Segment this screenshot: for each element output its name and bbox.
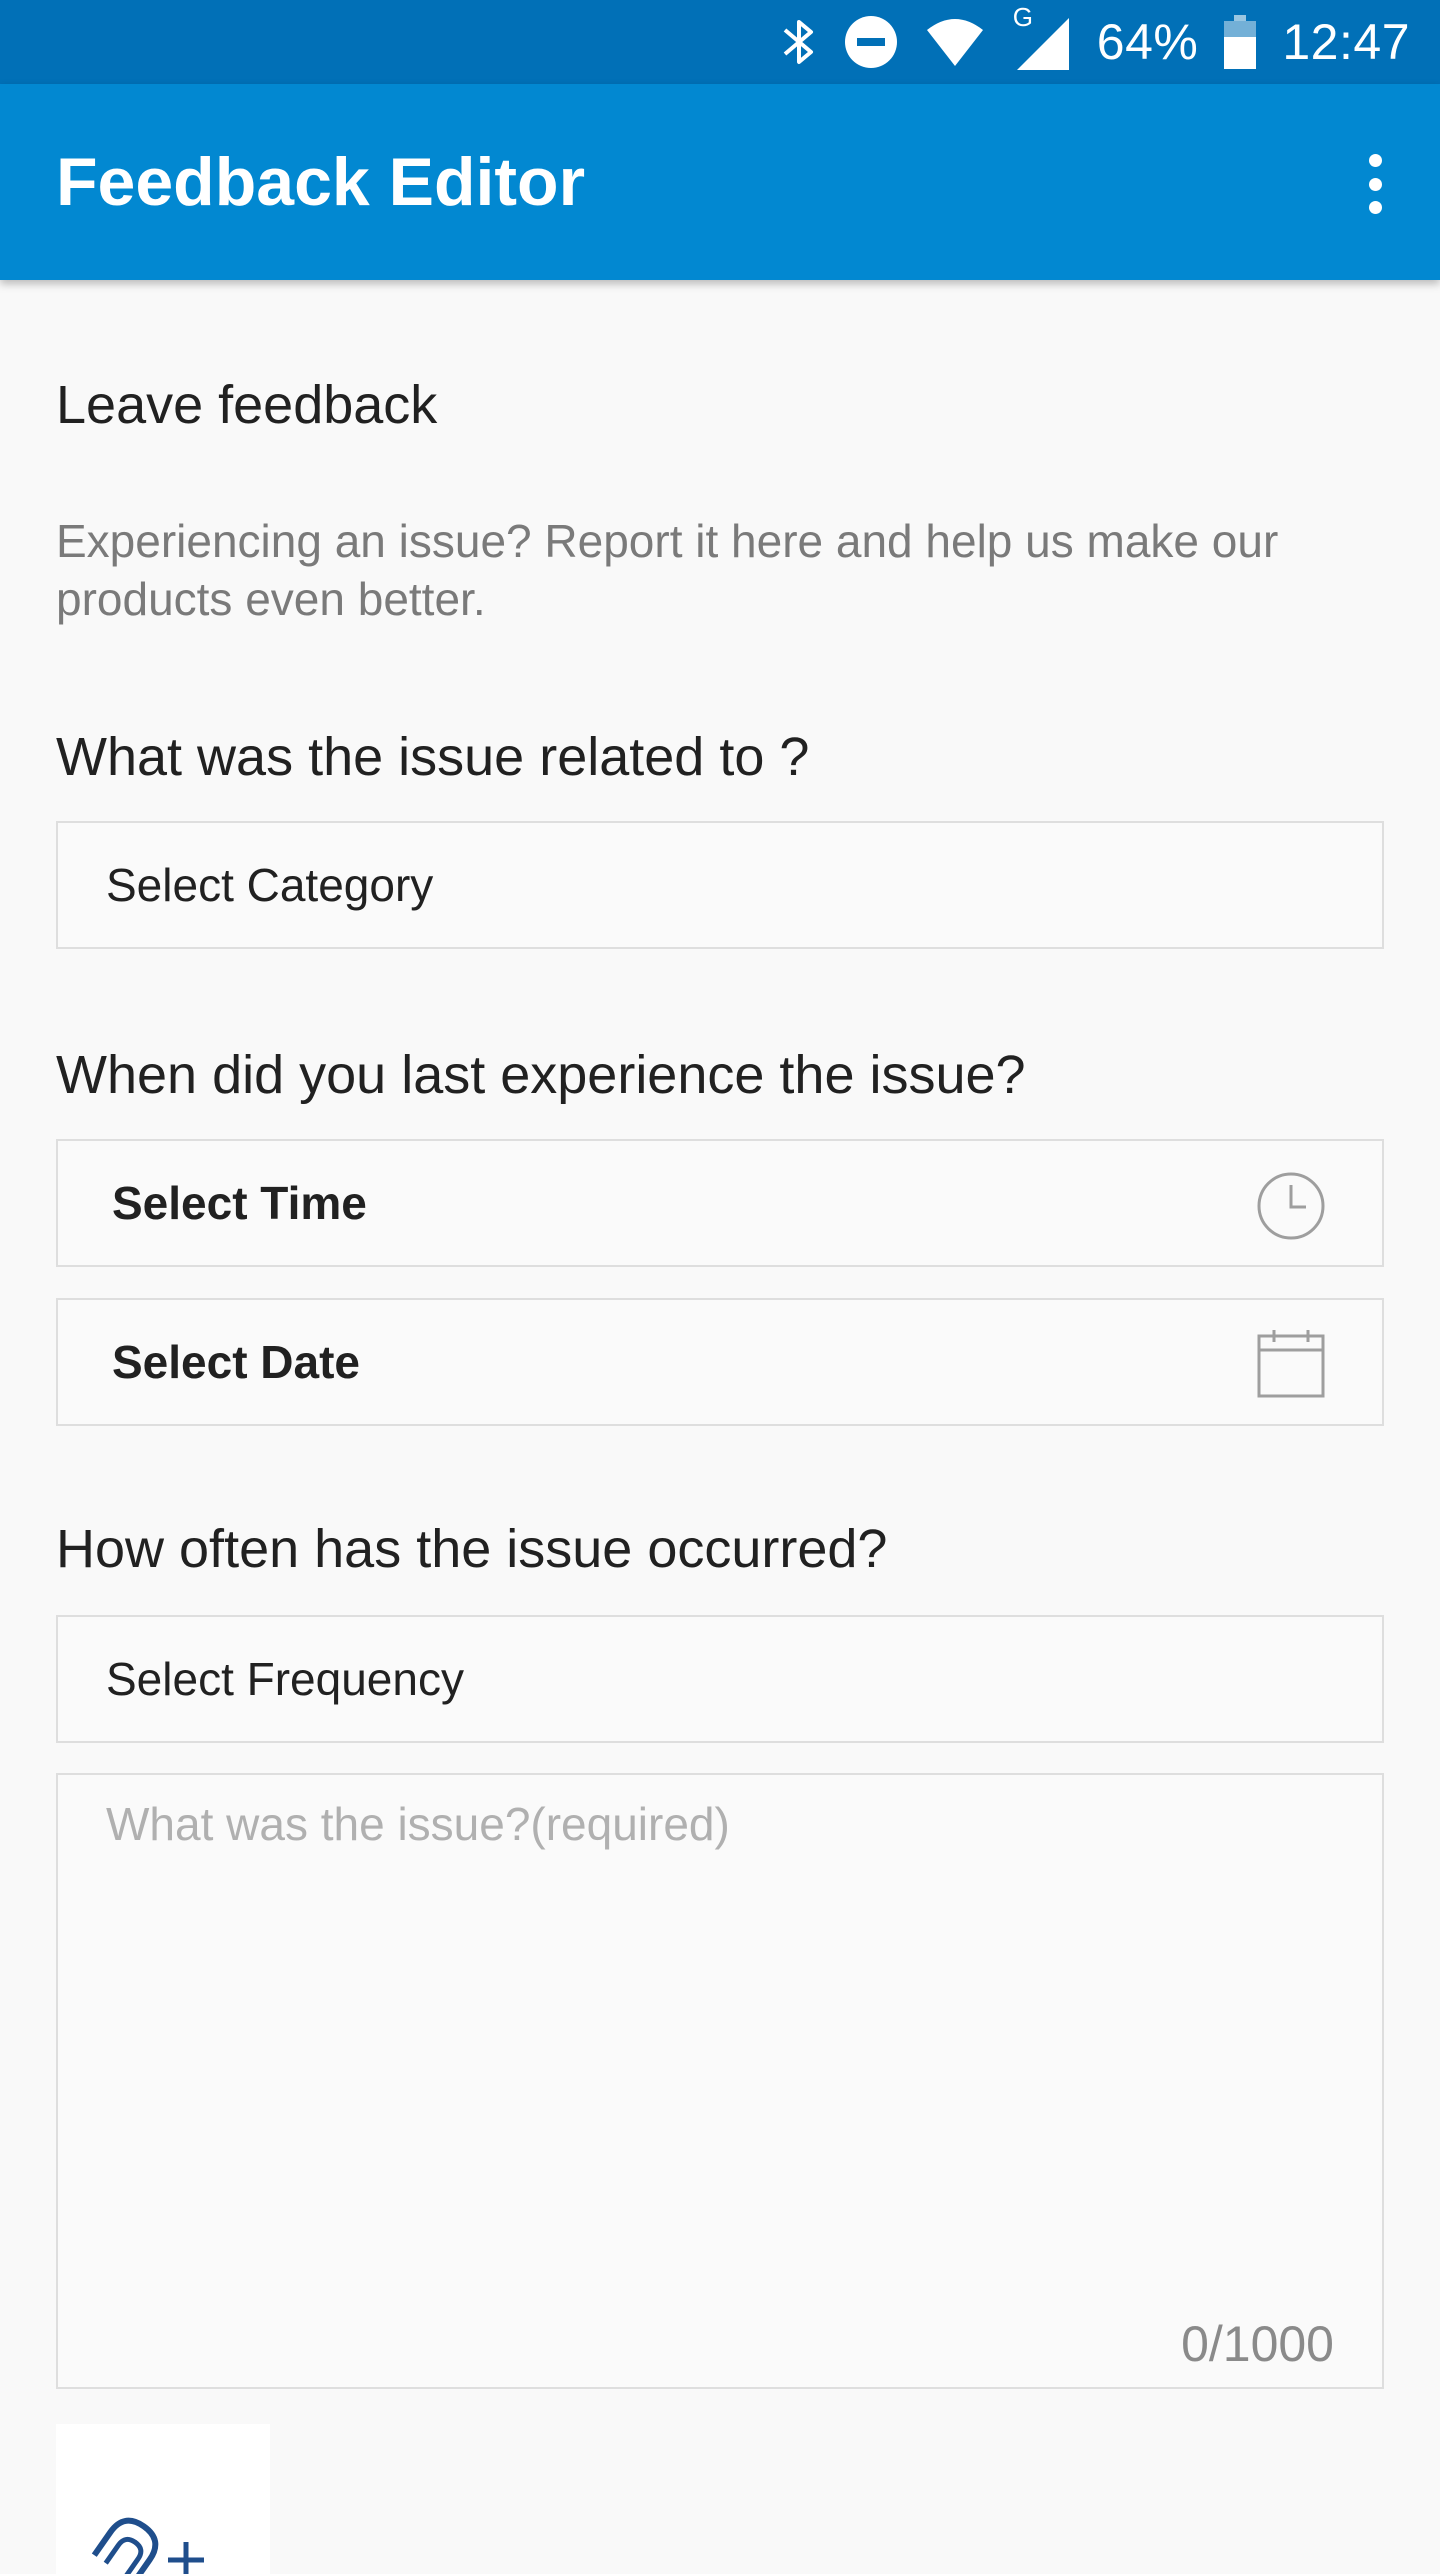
time-select[interactable]: Select Time (56, 1139, 1384, 1267)
form-heading: Leave feedback (56, 375, 438, 435)
status-bar: G 64% 12:47 (0, 0, 1440, 84)
frequency-select[interactable]: Select Frequency (56, 1615, 1384, 1743)
status-time: 12:47 (1282, 14, 1410, 70)
time-select-label: Select Time (112, 1177, 367, 1229)
form-intro: Experiencing an issue? Report it here an… (56, 515, 1279, 625)
category-select[interactable]: Select Category (56, 821, 1384, 949)
question-frequency: How often has the issue occurred? (56, 1519, 888, 1579)
more-vertical-icon[interactable] (1350, 144, 1400, 224)
battery-percent: 64% (1096, 14, 1199, 70)
do-not-disturb-icon (843, 14, 899, 70)
attach-file-button[interactable] (56, 2424, 270, 2574)
cell-signal-icon: G (1011, 2, 1071, 72)
date-select-label: Select Date (112, 1336, 361, 1388)
app-title: Feedback Editor (56, 144, 586, 220)
calendar-icon (1256, 1330, 1326, 1411)
wifi-icon (925, 16, 985, 68)
char-counter: 0/1000 (1181, 2316, 1334, 2372)
paperclip-plus-icon (56, 2517, 270, 2574)
clock-icon (1256, 1171, 1326, 1252)
app-bar: Feedback Editor (0, 84, 1440, 280)
category-select-label: Select Category (106, 859, 434, 911)
issue-placeholder: What was the issue?(required) (106, 1798, 730, 1850)
battery-icon (1224, 15, 1257, 69)
bluetooth-icon (781, 14, 817, 70)
question-category: What was the issue related to ? (56, 727, 810, 787)
issue-textarea[interactable]: What was the issue?(required) 0/1000 (56, 1773, 1384, 2389)
frequency-select-label: Select Frequency (106, 1653, 464, 1705)
date-select[interactable]: Select Date (56, 1298, 1384, 1426)
question-when: When did you last experience the issue? (56, 1045, 1026, 1105)
